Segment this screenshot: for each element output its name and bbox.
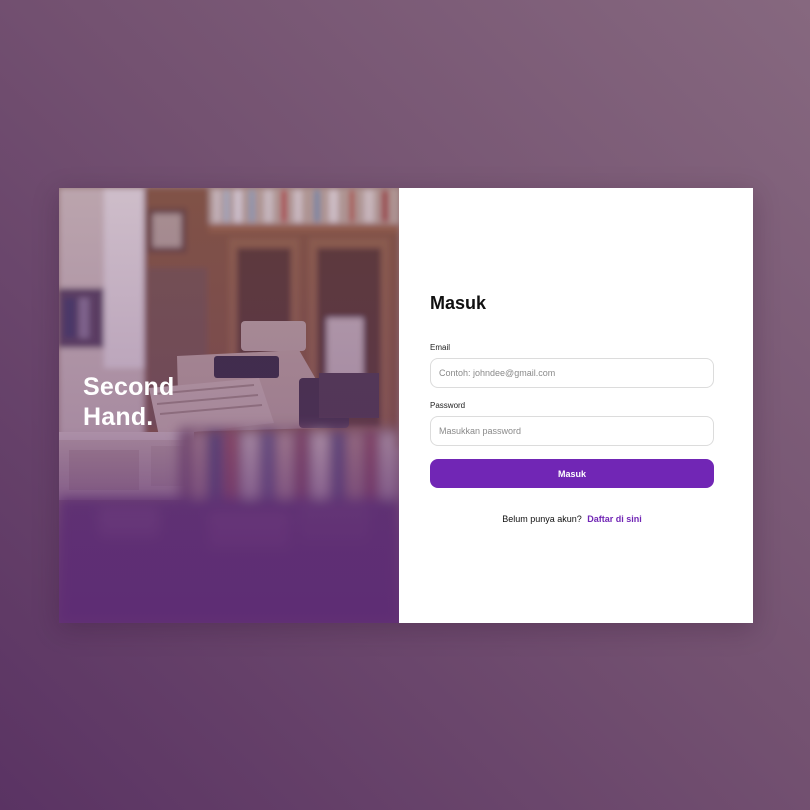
email-label: Email bbox=[430, 343, 451, 352]
login-card: Second Hand. Masuk Email Password Masuk … bbox=[59, 188, 753, 623]
register-text: Belum punya akun? bbox=[502, 514, 582, 524]
login-panel: Masuk Email Password Masuk Belum punya a… bbox=[399, 188, 753, 623]
login-button[interactable]: Masuk bbox=[430, 459, 714, 488]
brand-title: Second Hand. bbox=[83, 372, 175, 432]
password-label: Password bbox=[430, 401, 466, 410]
hero-panel: Second Hand. bbox=[59, 188, 399, 623]
register-link[interactable]: Daftar di sini bbox=[587, 514, 642, 524]
password-input[interactable] bbox=[430, 416, 714, 446]
password-group: Password bbox=[430, 401, 714, 446]
brand-title-line-1: Second bbox=[83, 373, 175, 401]
register-prompt: Belum punya akun? Daftar di sini bbox=[430, 514, 714, 524]
email-group: Email bbox=[430, 343, 714, 388]
page-title: Masuk bbox=[430, 293, 487, 313]
brand-title-line-2: Hand. bbox=[83, 403, 154, 431]
login-form: Masuk Email Password Masuk Belum punya a… bbox=[430, 292, 714, 524]
email-input[interactable] bbox=[430, 358, 714, 388]
